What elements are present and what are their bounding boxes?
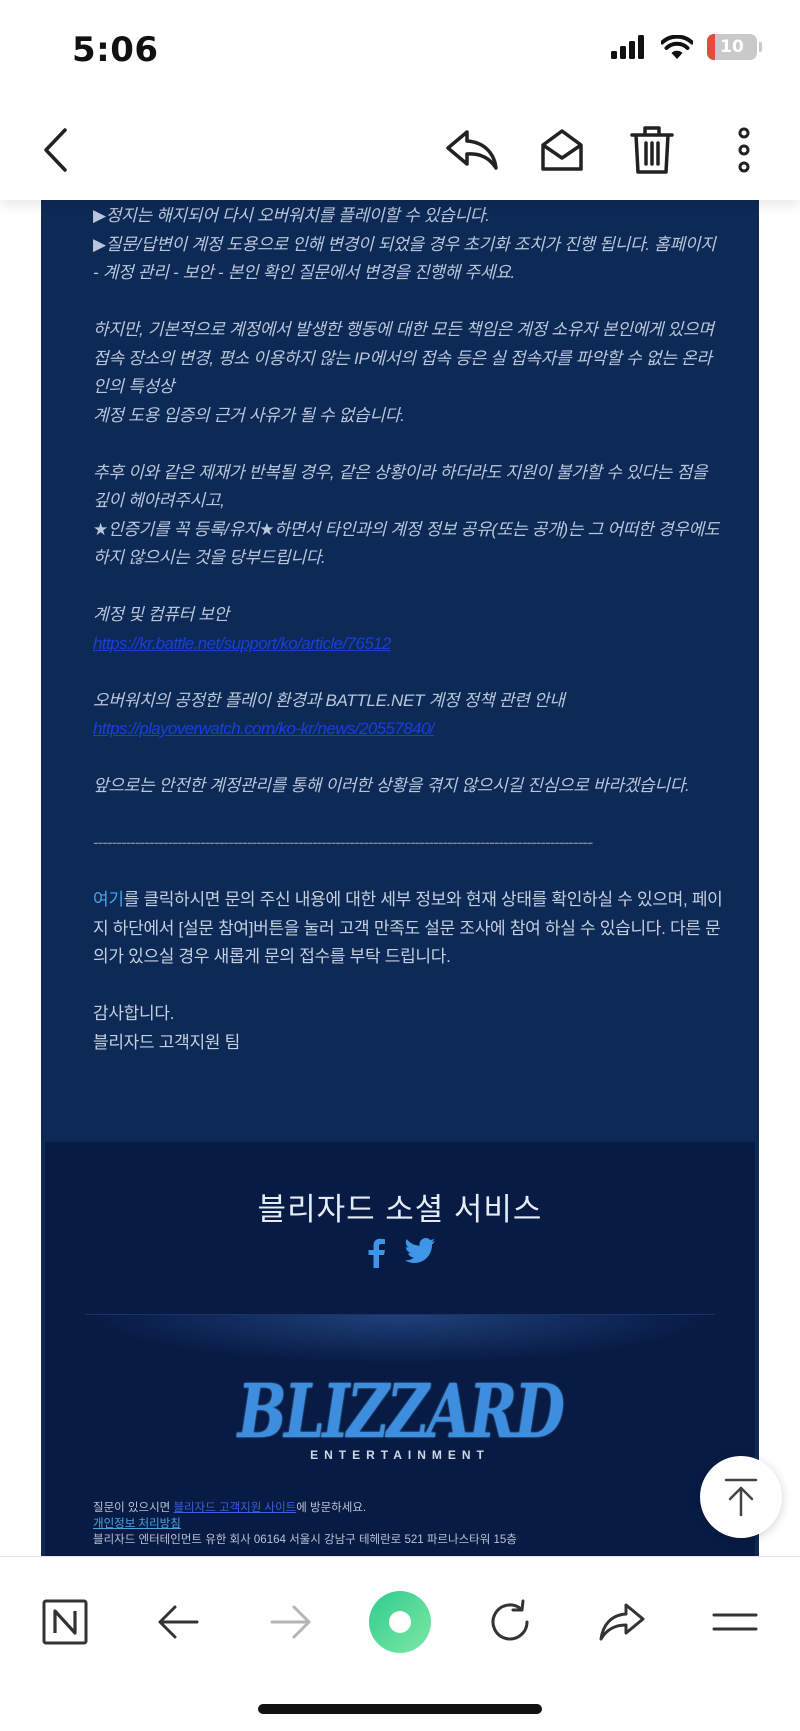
menu-icon [712,1613,758,1631]
signal-icon [611,35,644,59]
privacy-policy-link[interactable]: 개인정보 처리방침 [93,1518,181,1530]
status-time: 5:06 [72,30,159,70]
social-icons [45,1238,755,1268]
refresh-icon [491,1599,529,1641]
arrow-right-icon [270,1605,311,1639]
body-line: 계정 및 컴퓨터 보안 [93,605,229,624]
body-line: ▶질문/답변이 계정 도용으로 인해 변경이 되었을 경우 초기화 조치가 진행… [93,234,716,283]
share-icon [599,1603,645,1641]
thanks-line: 감사합니다. [93,1004,175,1023]
body-line: 오버워치의 공정한 플레이 환경과 BATTLE.NET 계정 정책 관련 안내 [93,690,565,710]
status-bar: 5:06 10 [0,0,800,100]
envelope-open-icon [541,129,583,171]
body-line: 추후 이와 같은 제재가 반복될 경우, 같은 상황이라 하더라도 지원이 불가… [93,462,708,511]
mark-read-button[interactable] [534,122,590,178]
footer-glow [85,1314,715,1364]
home-button[interactable] [30,1587,100,1657]
company-address: 블리자드 엔터테인먼트 유한 회사 06164 서울시 강남구 테헤란로 521… [93,1534,517,1546]
browser-back-button[interactable] [143,1587,213,1657]
body-line: 접속 장소의 변경, 평소 이용하지 않는 IP에서의 접속 등은 실 접속자를… [93,348,712,397]
legal-text: 질문이 있으시면 블리자드 고객지원 사이트에 방문하세요. 개인정보 처리방침… [93,1500,733,1548]
scroll-to-top-button[interactable] [700,1456,782,1538]
body-line: ▶정지는 해지되어 다시 오버워치를 플레이할 수 있습니다. [93,206,490,225]
green-dot-button[interactable] [365,1587,435,1657]
battery-icon: 10 [707,34,757,60]
reply-icon [446,130,498,170]
email-content: ▶정지는 해지되어 다시 오버워치를 플레이할 수 있습니다. ▶질문/답변이 … [0,200,800,1556]
body-line: ★인증기를 꼭 등록/유지★하면서 타인과의 계정 정보 공유(또는 공개)는 … [93,519,720,568]
twitter-icon[interactable] [405,1238,435,1264]
body-line: 앞으로는 안전한 계정관리를 통해 이러한 상황을 겪지 않으시길 진심으로 바… [93,776,690,795]
wifi-icon [661,35,693,59]
logo-word: BLIZZARD [237,1369,565,1455]
green-dot-icon [369,1591,431,1653]
divider: ----------------------------------------… [93,833,593,852]
here-text: 를 클릭하시면 문의 주신 내용에 대한 세부 정보와 현재 상태를 확인하실 … [93,890,723,966]
signature-line: 블리자드 고객지원 팀 [93,1032,240,1052]
body-line: 하지만, 기본적으로 계정에서 발생한 행동에 대한 모든 책임은 계정 소유자… [93,320,714,339]
support-line: 질문이 있으시면 블리자드 고객지원 사이트에 방문하세요. [93,1502,367,1514]
status-icons: 10 [611,34,762,60]
battery-tip [759,42,762,52]
delete-button[interactable] [624,122,680,178]
back-button[interactable] [28,122,84,178]
browser-menu-button[interactable] [700,1587,770,1657]
share-button[interactable] [587,1587,657,1657]
trash-icon [630,126,674,174]
overwatch-news-link[interactable]: https://playoverwatch.com/ko-kr/news/205… [93,719,435,738]
email-body: ▶정지는 해지되어 다시 오버워치를 플레이할 수 있습니다. ▶질문/답변이 … [93,202,723,1057]
social-title: 블리자드 소셜 서비스 [257,1192,543,1227]
more-vertical-icon [738,127,750,173]
blizzard-logo: BLIZZARD ENTERTAINMENT [45,1372,755,1462]
mail-toolbar [0,100,800,200]
body-line: 계정 도용 입증의 근거 사유가 될 수 없습니다. [93,405,405,425]
email-footer: 블리자드 소셜 서비스 BLIZZARD ENTERTAINMENT 질문이 있… [45,1142,755,1556]
facebook-icon[interactable] [365,1238,387,1268]
n-logo-icon [42,1599,88,1645]
home-indicator [258,1704,542,1714]
body-line: 여기를 클릭하시면 문의 주신 내용에 대한 세부 정보와 현재 상태를 확인하… [93,886,723,972]
arrow-up-to-top-icon [724,1478,758,1517]
support-site-link[interactable]: 블리자드 고객지원 사이트 [173,1502,296,1514]
email-card: ▶정지는 해지되어 다시 오버워치를 플레이할 수 있습니다. ▶질문/답변이 … [41,200,759,1556]
refresh-button[interactable] [475,1587,545,1657]
more-options-button[interactable] [716,122,772,178]
chevron-left-icon [44,128,67,172]
arrow-left-icon [158,1605,199,1639]
battery-label: 10 [720,37,744,57]
here-link[interactable]: 여기 [93,890,124,909]
security-article-link[interactable]: https://kr.battle.net/support/ko/article… [93,634,391,653]
reply-button[interactable] [442,122,502,178]
browser-forward-button[interactable] [256,1587,326,1657]
